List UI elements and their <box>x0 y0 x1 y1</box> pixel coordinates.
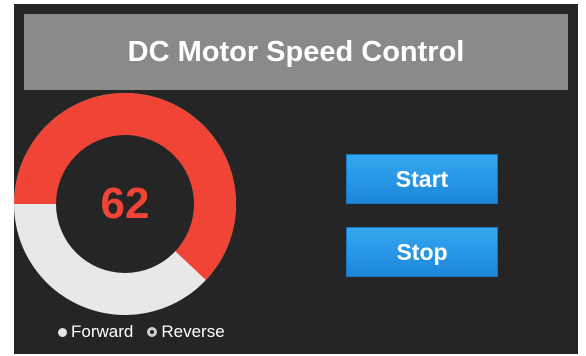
stop-button[interactable]: Stop <box>346 227 498 277</box>
legend-reverse-label: Reverse <box>161 322 225 341</box>
reverse-dot-icon <box>147 327 158 337</box>
speed-value: 62 <box>100 179 150 228</box>
forward-dot-icon <box>58 327 67 337</box>
legend: Forward Reverse <box>58 322 225 342</box>
title-bar: DC Motor Speed Control <box>24 14 568 90</box>
legend-forward: Forward <box>58 322 133 342</box>
start-button[interactable]: Start <box>346 154 498 204</box>
page-title: DC Motor Speed Control <box>127 35 465 68</box>
legend-forward-label: Forward <box>71 322 134 341</box>
legend-reverse: Reverse <box>147 322 225 342</box>
